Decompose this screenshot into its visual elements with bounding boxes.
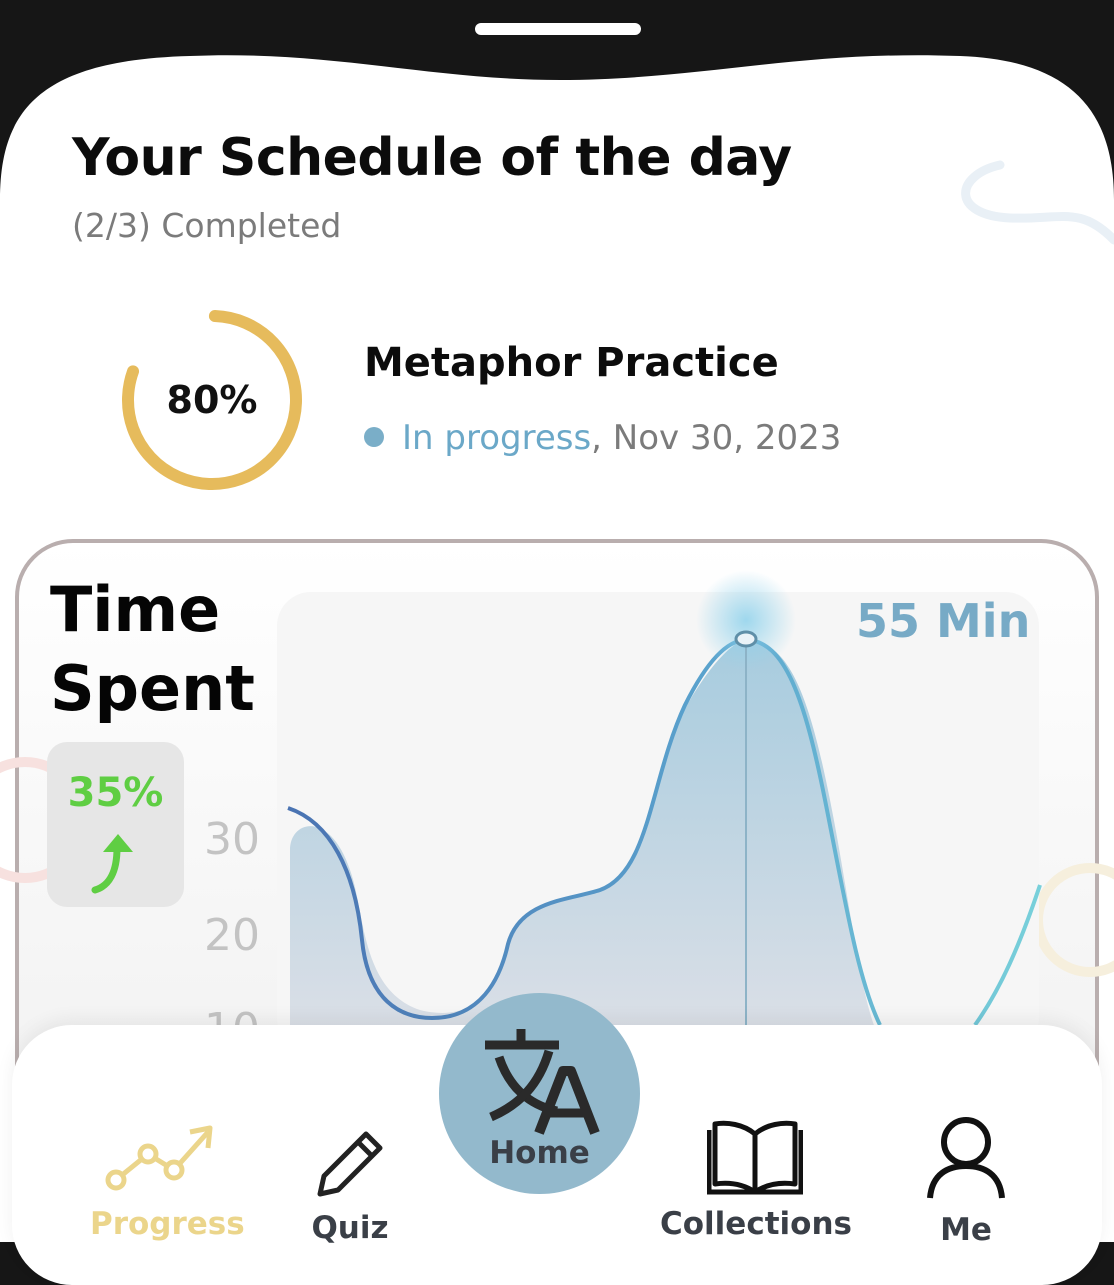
nav-collections[interactable]: Collections: [660, 1118, 852, 1242]
pencil-icon: [317, 1131, 383, 1197]
translate-icon: [485, 1029, 600, 1135]
nav-quiz[interactable]: Quiz: [300, 1128, 400, 1246]
user-icon: [927, 1117, 1005, 1199]
peak-marker: [734, 630, 758, 648]
chart-area: [290, 640, 880, 1040]
home-label: Home: [489, 1135, 590, 1171]
nav-collections-label: Collections: [660, 1206, 852, 1242]
home-button[interactable]: Home: [439, 993, 640, 1194]
trend-icon: [105, 1125, 213, 1191]
peak-label: 55 Min: [856, 594, 1031, 648]
nav-progress[interactable]: Progress: [90, 1122, 245, 1242]
nav-me[interactable]: Me: [916, 1116, 1016, 1248]
book-icon: [707, 1120, 803, 1195]
nav-me-label: Me: [940, 1212, 992, 1248]
nav-progress-label: Progress: [90, 1206, 245, 1242]
nav-quiz-label: Quiz: [311, 1210, 389, 1246]
